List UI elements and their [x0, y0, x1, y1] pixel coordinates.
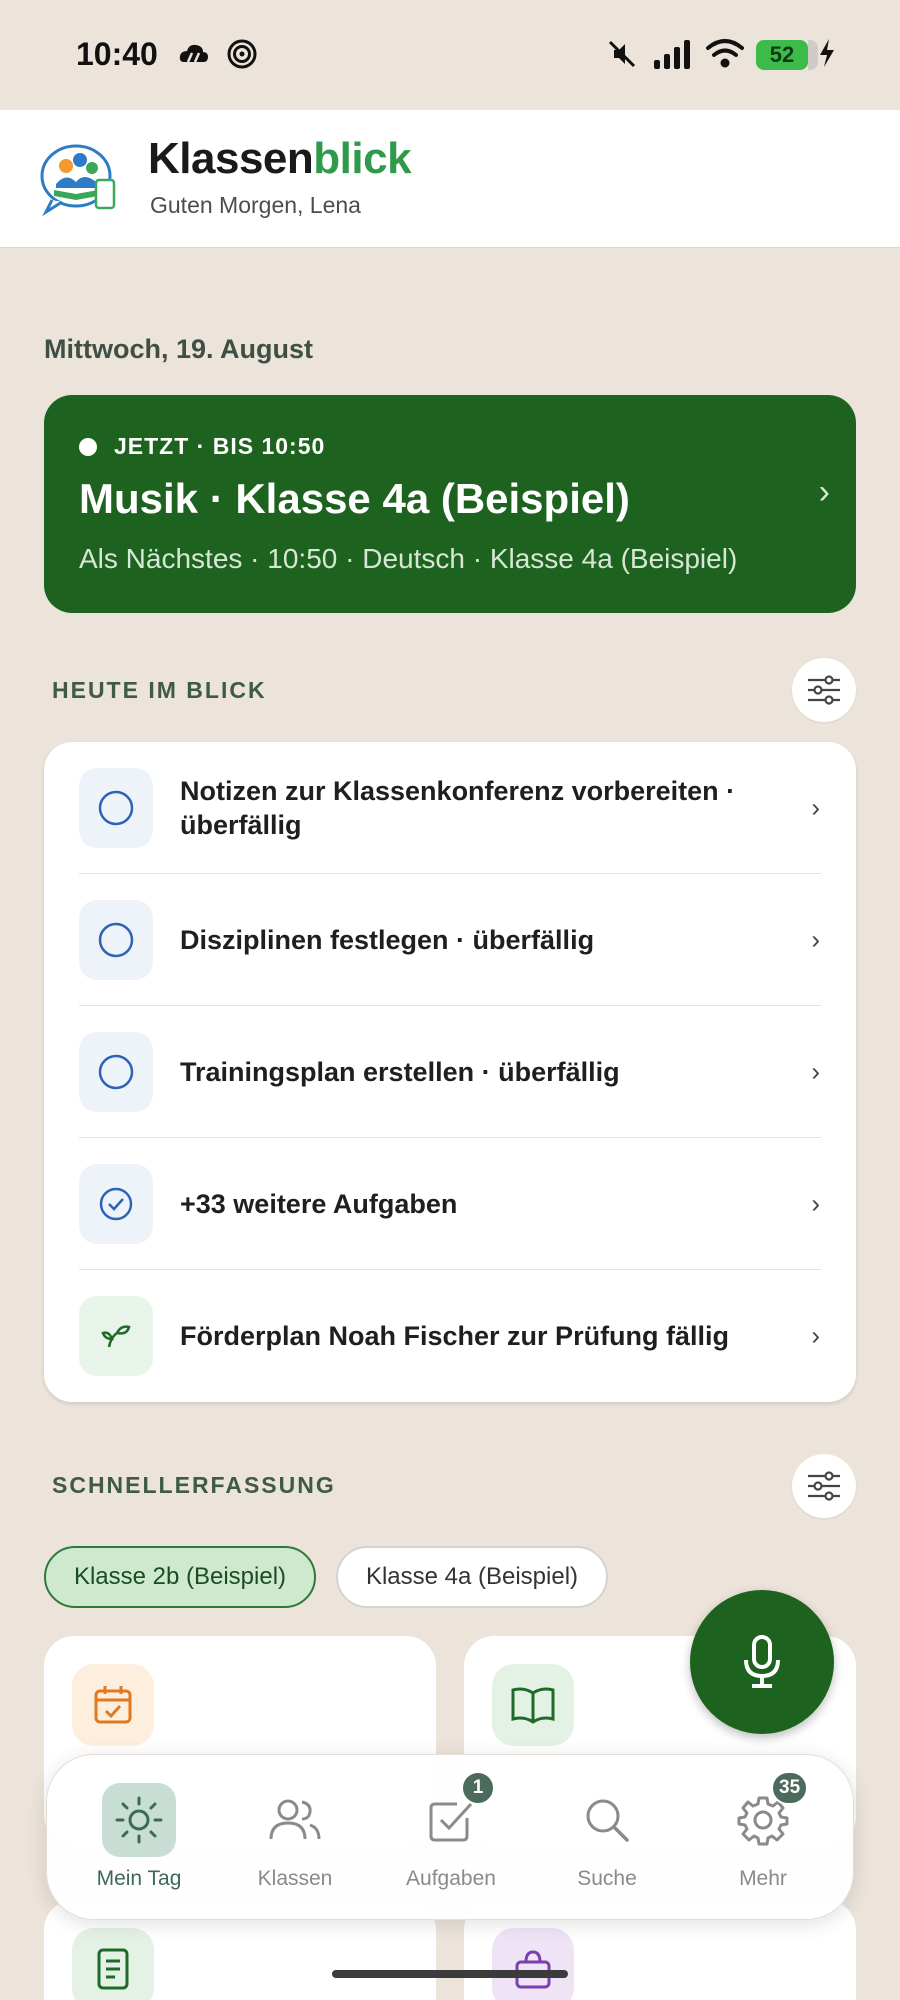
live-dot	[79, 438, 97, 456]
battery-indicator: 52	[756, 40, 818, 70]
more-tasks-row[interactable]: +33 weitere Aufgaben ›	[44, 1138, 856, 1270]
nav-label: Klassen	[257, 1867, 333, 1890]
chevron-right-icon: ›	[811, 1188, 820, 1219]
sprout-icon	[79, 1296, 153, 1376]
more-badge: 35	[771, 1771, 809, 1805]
today-tasks-card: Notizen zur Klassenkonferenz vorbereiten…	[44, 742, 856, 1402]
nav-aufgaben[interactable]: 1 Aufgaben	[373, 1755, 529, 1921]
nav-mein-tag[interactable]: Mein Tag	[61, 1755, 217, 1921]
bag-icon	[492, 1928, 574, 2000]
home-indicator[interactable]	[332, 1970, 568, 1978]
nav-klassen[interactable]: Klassen	[217, 1755, 373, 1921]
status-time: 10:40	[76, 36, 158, 72]
microphone-icon	[744, 1635, 780, 1688]
nav-label: Mein Tag	[96, 1867, 182, 1890]
voice-capture-button[interactable]	[690, 1590, 834, 1734]
circle-icon[interactable]	[79, 768, 153, 848]
nav-label: Suche	[577, 1867, 637, 1890]
today-filter-button[interactable]	[792, 658, 856, 722]
next-lesson-text: Als Nächstes · 10:50 · Deutsch · Klasse …	[79, 543, 738, 574]
app-title-part2: blick	[313, 134, 412, 183]
class-chip-4a[interactable]: Klasse 4a (Beispiel)	[336, 1546, 608, 1608]
spiral-icon	[227, 39, 257, 69]
sliders-icon	[808, 675, 840, 705]
sun-icon	[102, 1783, 176, 1857]
task-row[interactable]: Notizen zur Klassenkonferenz vorbereiten…	[44, 742, 856, 874]
nav-label: Aufgaben	[406, 1867, 496, 1890]
app-header: Klassenblick Guten Morgen, Lena	[0, 110, 900, 248]
app-title-part1: Klassen	[148, 134, 314, 183]
task-text: +33 weitere Aufgaben	[180, 1189, 458, 1219]
signal-icon	[654, 40, 690, 69]
users-icon	[258, 1783, 332, 1857]
mute-icon	[608, 40, 636, 68]
nav-label: Mehr	[739, 1867, 787, 1890]
now-label: JETZT · BIS 10:50	[114, 433, 326, 459]
nav-suche[interactable]: Suche	[529, 1755, 685, 1921]
document-icon	[72, 1928, 154, 2000]
class-chip-2b[interactable]: Klasse 2b (Beispiel)	[44, 1546, 316, 1608]
book-open-icon	[492, 1664, 574, 1746]
check-circle-icon	[79, 1164, 153, 1244]
quick-section-title: SCHNELLERFASSUNG	[52, 1472, 336, 1498]
calendar-check-icon	[72, 1664, 154, 1746]
bottom-navigation: Mein Tag Klassen 1 Aufgaben Suche 35 Meh…	[46, 1754, 854, 1920]
task-row[interactable]: Förderplan Noah Fischer zur Prüfung fäll…	[44, 1270, 856, 1402]
cloud-icon	[179, 44, 208, 63]
task-text: Disziplinen festlegen · überfällig	[180, 925, 595, 955]
circle-icon[interactable]	[79, 1032, 153, 1112]
task-row[interactable]: Trainingsplan erstellen · überfällig ›	[44, 1006, 856, 1138]
sliders-icon	[808, 1471, 840, 1501]
status-bar: 10:40 52	[0, 0, 900, 110]
chevron-right-icon: ›	[811, 924, 820, 955]
chevron-right-icon: ›	[811, 1056, 820, 1087]
greeting-text: Guten Morgen, Lena	[150, 192, 361, 218]
chevron-right-icon: ›	[811, 792, 820, 823]
chevron-right-icon: ›	[818, 473, 830, 511]
chevron-right-icon: ›	[811, 1320, 820, 1351]
circle-icon[interactable]	[79, 900, 153, 980]
charging-icon	[820, 39, 834, 67]
app-title: Klassenblick	[148, 134, 412, 184]
task-text: Notizen zur Klassenkonferenz vorbereiten…	[180, 776, 736, 840]
now-title: Musik · Klasse 4a (Beispiel)	[79, 475, 630, 522]
task-text: Förderplan Noah Fischer zur Prüfung fäll…	[180, 1321, 730, 1351]
tasks-badge: 1	[461, 1771, 495, 1805]
wifi-icon	[706, 39, 744, 68]
today-section-title: HEUTE IM BLICK	[52, 677, 267, 703]
search-icon	[570, 1783, 644, 1857]
task-text: Trainingsplan erstellen · überfällig	[180, 1057, 620, 1087]
quick-filter-button[interactable]	[792, 1454, 856, 1518]
current-date: Mittwoch, 19. August	[44, 334, 313, 364]
nav-mehr[interactable]: 35 Mehr	[685, 1755, 841, 1921]
task-row[interactable]: Disziplinen festlegen · überfällig ›	[44, 874, 856, 1006]
current-lesson-card[interactable]: JETZT · BIS 10:50 Musik · Klasse 4a (Bei…	[44, 395, 856, 613]
app-logo-icon	[40, 144, 116, 217]
